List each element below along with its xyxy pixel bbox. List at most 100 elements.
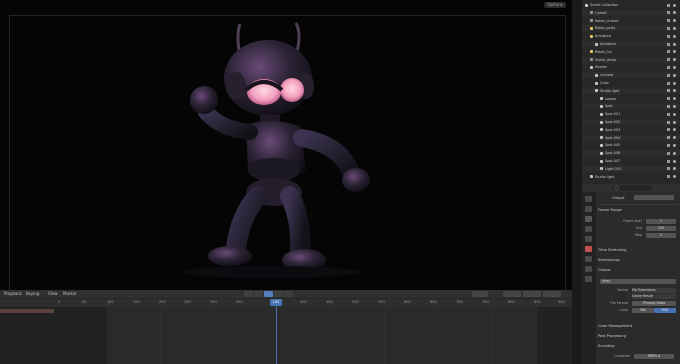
area-separator[interactable] — [572, 0, 582, 364]
outliner-row[interactable]: Studio light — [582, 174, 680, 180]
output-path-field[interactable]: /tmp/ — [600, 279, 676, 284]
outliner-row[interactable]: Light.003 — [582, 165, 680, 172]
camera-icon[interactable] — [667, 73, 670, 77]
camera-icon[interactable] — [667, 128, 670, 132]
camera-icon[interactable] — [667, 159, 670, 163]
eye-icon[interactable] — [673, 58, 676, 62]
camera-icon[interactable] — [667, 42, 670, 46]
playhead[interactable] — [276, 306, 277, 364]
outliner-row[interactable]: Spot — [582, 103, 680, 110]
camera-icon[interactable] — [667, 104, 670, 108]
camera-icon[interactable] — [667, 34, 670, 38]
camera-icon[interactable] — [667, 3, 670, 7]
eye-icon[interactable] — [673, 26, 676, 30]
object-tab[interactable] — [585, 256, 592, 262]
eye-icon[interactable] — [673, 89, 676, 93]
render-tab[interactable] — [585, 206, 592, 212]
camera-icon[interactable] — [667, 26, 670, 30]
outliner-row[interactable]: Robot_Lineart — [582, 18, 680, 24]
stereoscopy-panel-title[interactable]: Stereoscopy — [598, 258, 620, 262]
outliner[interactable]: Scene Collection Lineart Robot_Lineart Robo… — [582, 0, 680, 184]
eye-icon[interactable] — [673, 11, 676, 15]
outliner-row[interactable]: Spot.004 — [582, 134, 680, 141]
current-frame-field[interactable] — [472, 291, 488, 297]
properties-search-input[interactable] — [612, 185, 652, 191]
eye-icon[interactable] — [673, 3, 676, 7]
play-button[interactable] — [264, 291, 273, 297]
current-frame-indicator[interactable]: 100 — [270, 299, 282, 306]
3d-viewport[interactable]: Options — [0, 0, 572, 290]
frame-step-field[interactable] — [543, 291, 561, 297]
eye-icon[interactable] — [673, 112, 676, 116]
view-menu[interactable]: View — [48, 291, 58, 296]
eye-icon[interactable] — [673, 97, 676, 101]
eye-icon[interactable] — [673, 120, 676, 124]
frame-end-field[interactable]: 250 — [646, 226, 676, 231]
outliner-row[interactable]: Camera — [582, 72, 680, 79]
outliner-row[interactable]: Spot.007 — [582, 158, 680, 164]
eye-icon[interactable] — [673, 143, 676, 147]
outliner-row[interactable]: Shader — [582, 64, 680, 70]
camera-icon[interactable] — [667, 65, 670, 69]
scene-tab[interactable] — [585, 236, 592, 242]
summary-track[interactable] — [0, 309, 54, 313]
outliner-row[interactable]: Scene_dress — [582, 56, 680, 63]
eye-icon[interactable] — [673, 128, 676, 132]
outliner-row[interactable]: Studio light — [582, 87, 680, 94]
jump-start-button[interactable] — [244, 291, 253, 297]
outliner-row[interactable]: Armature — [582, 41, 680, 47]
outliner-row[interactable]: Scene Collection — [582, 2, 680, 8]
color-bw-toggle[interactable]: BW — [632, 308, 654, 313]
eye-icon[interactable] — [673, 65, 676, 69]
jump-end-button[interactable] — [284, 291, 293, 297]
color-rgb-toggle[interactable]: RGB — [654, 308, 676, 313]
eye-icon[interactable] — [673, 159, 676, 163]
time-stretching-panel-title[interactable]: Time Stretching — [598, 248, 626, 252]
camera-icon[interactable] — [667, 151, 670, 155]
camera-icon[interactable] — [667, 143, 670, 147]
view-layer-tab[interactable] — [585, 226, 592, 232]
camera-icon[interactable] — [667, 50, 670, 54]
outliner-row[interactable]: Spot.006 — [582, 150, 680, 157]
camera-icon[interactable] — [667, 136, 670, 140]
world-tab[interactable] — [585, 246, 592, 252]
marker-menu[interactable]: Marker — [63, 291, 77, 296]
outliner-row[interactable]: Armature — [582, 33, 680, 39]
frame-step-field[interactable]: 1 — [646, 233, 676, 238]
camera-icon[interactable] — [667, 112, 670, 116]
timeline-ruler[interactable]: 0 50 100 150 200 250 300 350 400 450 500… — [0, 299, 572, 307]
modifier-tab[interactable] — [585, 266, 592, 272]
tool-tab[interactable] — [585, 196, 592, 202]
outliner-row[interactable]: Spot.001 — [582, 111, 680, 117]
frame-range-panel-title[interactable]: Frame Range — [598, 208, 622, 212]
camera-icon[interactable] — [667, 89, 670, 93]
encoding-panel-title[interactable]: Encoding — [598, 344, 615, 348]
outliner-row[interactable]: Robot_full — [582, 49, 680, 55]
eye-icon[interactable] — [673, 104, 676, 108]
camera-icon[interactable] — [667, 81, 670, 85]
eye-icon[interactable] — [673, 151, 676, 155]
eye-icon[interactable] — [673, 42, 676, 46]
options-button[interactable]: Options — [544, 2, 566, 8]
eye-icon[interactable] — [673, 19, 676, 23]
eye-icon[interactable] — [673, 50, 676, 54]
outliner-row[interactable]: Spot.005 — [582, 142, 680, 148]
file-format-dropdown[interactable]: FFmpeg Video — [632, 301, 676, 306]
timeline-editor[interactable]: Playback Keying View Marker 0 50 100 150… — [0, 290, 572, 364]
camera-icon[interactable] — [667, 120, 670, 124]
output-context-field[interactable] — [634, 195, 674, 200]
output-panel-title[interactable]: Output — [598, 268, 610, 272]
outliner-row[interactable]: Robot_parts — [582, 25, 680, 32]
cache-result-checkbox[interactable]: Cache Result — [632, 294, 676, 299]
camera-icon[interactable] — [667, 11, 670, 15]
outliner-row[interactable]: Lamps — [582, 96, 680, 102]
camera-icon[interactable] — [667, 19, 670, 23]
outliner-row[interactable]: Spot.002 — [582, 119, 680, 125]
outliner-row[interactable]: Spot.003 — [582, 127, 680, 133]
camera-icon[interactable] — [667, 97, 670, 101]
eye-icon[interactable] — [673, 73, 676, 77]
outliner-row[interactable]: Lineart — [582, 9, 680, 16]
eye-icon[interactable] — [673, 175, 676, 179]
file-extensions-checkbox[interactable]: File Extensions — [632, 288, 676, 293]
color-management-panel-title[interactable]: Color Management — [598, 324, 632, 328]
